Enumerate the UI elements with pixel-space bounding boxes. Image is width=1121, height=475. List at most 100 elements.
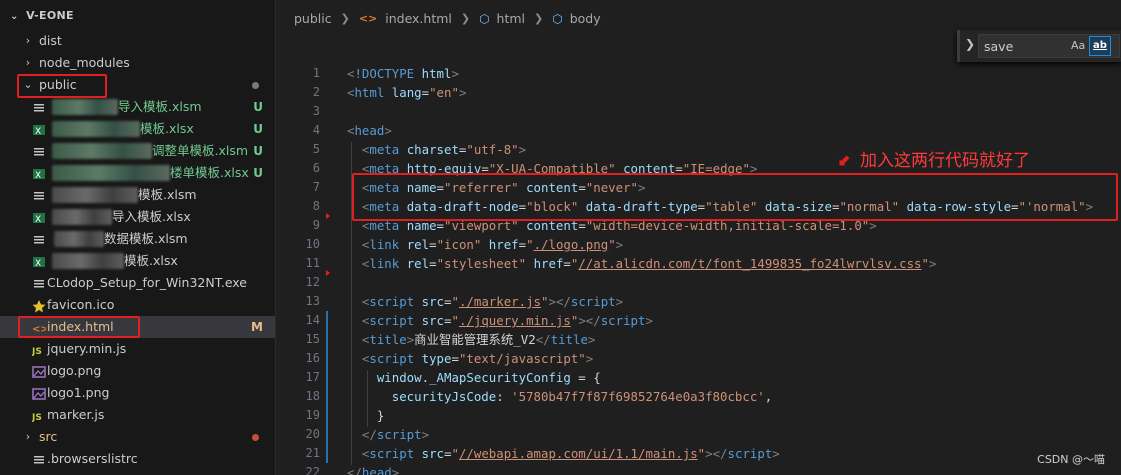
code-line: 20 </script> <box>277 425 1121 444</box>
git-status-badge: M <box>251 320 263 334</box>
lines-icon <box>32 100 46 114</box>
git-status-badge: U <box>253 122 263 136</box>
code-token: "text/javascript" <box>458 351 586 366</box>
line-number: 18 <box>305 389 320 403</box>
toggle-replace-chevron-icon[interactable]: ❯ <box>965 37 975 51</box>
line-number: 16 <box>305 351 320 365</box>
code-text: </head> <box>347 463 399 475</box>
match-case-toggle[interactable]: Aa <box>1071 39 1085 52</box>
tree-item[interactable]: JS marker.js <box>0 404 275 426</box>
redacted-blur <box>52 99 118 115</box>
code-line: 15 <title>商业智能管理系统_V2</title> <box>277 330 1121 349</box>
line-number: 14 <box>305 313 320 327</box>
excel-icon: X <box>32 254 46 269</box>
chevron-right-icon: ❯ <box>460 12 471 25</box>
redacted-blur <box>52 121 140 137</box>
tree-item[interactable]: favicon.ico <box>0 294 275 316</box>
code-token: script <box>600 313 646 328</box>
line-number: 10 <box>305 237 320 251</box>
whole-word-toggle[interactable]: ab <box>1089 36 1111 56</box>
tree-item[interactable]: › dist <box>0 30 275 52</box>
code-token: meta <box>369 142 400 157</box>
tree-item[interactable]: 调整单模板.xlsm U <box>0 140 275 162</box>
code-token: > <box>518 142 527 157</box>
tree-item-label: 模板.xlsx <box>140 121 194 136</box>
breadcrumb-file[interactable]: index.html <box>385 11 452 26</box>
tree-item[interactable]: X 楼单模板.xlsx U <box>0 162 275 184</box>
tree-item[interactable]: › node_modules <box>0 52 275 74</box>
breadcrumb: public ❯ <> index.html ❯ ⬡ html ❯ ⬡ body <box>294 10 601 26</box>
image-icon <box>32 386 46 400</box>
explorer-root[interactable]: ⌄ V-EONE <box>10 9 74 22</box>
tree-item-label: favicon.ico <box>47 297 115 312</box>
code-token: html <box>354 85 385 100</box>
tree-item[interactable]: 导入模板.xlsm U <box>0 96 275 118</box>
breadcrumb-folder[interactable]: public <box>294 11 332 26</box>
code-token: '5780b47f7f87f69852764e0a3f80cbcc' <box>511 389 765 404</box>
redacted-blur <box>52 209 112 225</box>
tree-item[interactable]: X 模板.xlsx U <box>0 118 275 140</box>
code-token: script <box>369 351 415 366</box>
tree-item-label: 数据模板.xlsm <box>104 231 188 246</box>
code-token: script <box>369 294 415 309</box>
code-line: 21 <script src="//webapi.amap.com/ui/1.1… <box>277 444 1121 463</box>
tree-item-label: 模板.xlsx <box>124 253 178 268</box>
breadcrumb-node-html[interactable]: html <box>497 11 525 26</box>
modified-dot-icon <box>252 82 259 89</box>
tree-item[interactable]: JS jquery.min.js <box>0 338 275 360</box>
code-token: head <box>361 465 392 475</box>
code-token: " <box>608 237 616 252</box>
code-token: > <box>451 66 459 81</box>
tree-item[interactable]: logo.png <box>0 360 275 382</box>
tree-item[interactable]: › src <box>0 426 275 448</box>
element-cube-icon: ⬡ <box>552 11 563 26</box>
tree-item[interactable]: CLodop_Setup_for_Win32NT.exe <box>0 272 275 294</box>
tree-item[interactable]: .browserslistrc <box>0 448 275 470</box>
tree-item[interactable]: logo1.png <box>0 382 275 404</box>
code-token: script <box>376 427 422 442</box>
code-token: securityJsCode <box>391 389 497 404</box>
editor-area: public ❯ <> index.html ❯ ⬡ html ❯ ⬡ body… <box>277 0 1121 475</box>
code-text: <title>商业智能管理系统_V2</title> <box>347 330 595 349</box>
code-token: //webapi.amap.com/ui/1.1/main.js <box>458 446 698 461</box>
code-token: ./logo.png <box>533 237 609 252</box>
code-token: > <box>585 351 594 366</box>
find-input[interactable]: save Aa ab <box>978 34 1120 58</box>
line-number: 21 <box>305 446 320 460</box>
excel-icon: X <box>32 210 46 225</box>
tree-item[interactable]: 数据模板.xlsm <box>0 228 275 250</box>
code-token: script <box>727 446 773 461</box>
breadcrumb-node-body[interactable]: body <box>570 11 601 26</box>
highlight-added-lines <box>352 173 1118 221</box>
code-token: !DOCTYPE <box>354 66 415 81</box>
code-line: 13 <script src="./marker.js"></script> <box>277 292 1121 311</box>
code-token: = <box>421 85 430 100</box>
tree-item-label: CLodop_Setup_for_Win32NT.exe <box>47 275 247 290</box>
chevron-right-icon: › <box>25 34 31 47</box>
tree-item-label: marker.js <box>47 407 105 422</box>
code-token: link <box>369 237 400 252</box>
line-number: 2 <box>312 85 320 99</box>
code-token: ></ <box>548 294 571 309</box>
lines-icon <box>32 452 46 466</box>
chevron-down-icon: ⌄ <box>10 11 19 22</box>
code-token: _AMapSecurityConfig <box>429 370 571 385</box>
line-number: 22 <box>305 465 320 475</box>
tree-item[interactable]: X 导入模板.xlsx <box>0 206 275 228</box>
highlight-index-html <box>18 316 140 338</box>
code-line: 12 <box>277 273 1121 292</box>
tree-item[interactable]: 模板.xlsm <box>0 184 275 206</box>
tree-item-label: node_modules <box>39 55 130 70</box>
find-input-value: save <box>984 39 1014 54</box>
code-token: > <box>421 427 430 442</box>
tree-item-label: src <box>39 429 58 444</box>
tree-item[interactable]: X 模板.xlsx <box>0 250 275 272</box>
